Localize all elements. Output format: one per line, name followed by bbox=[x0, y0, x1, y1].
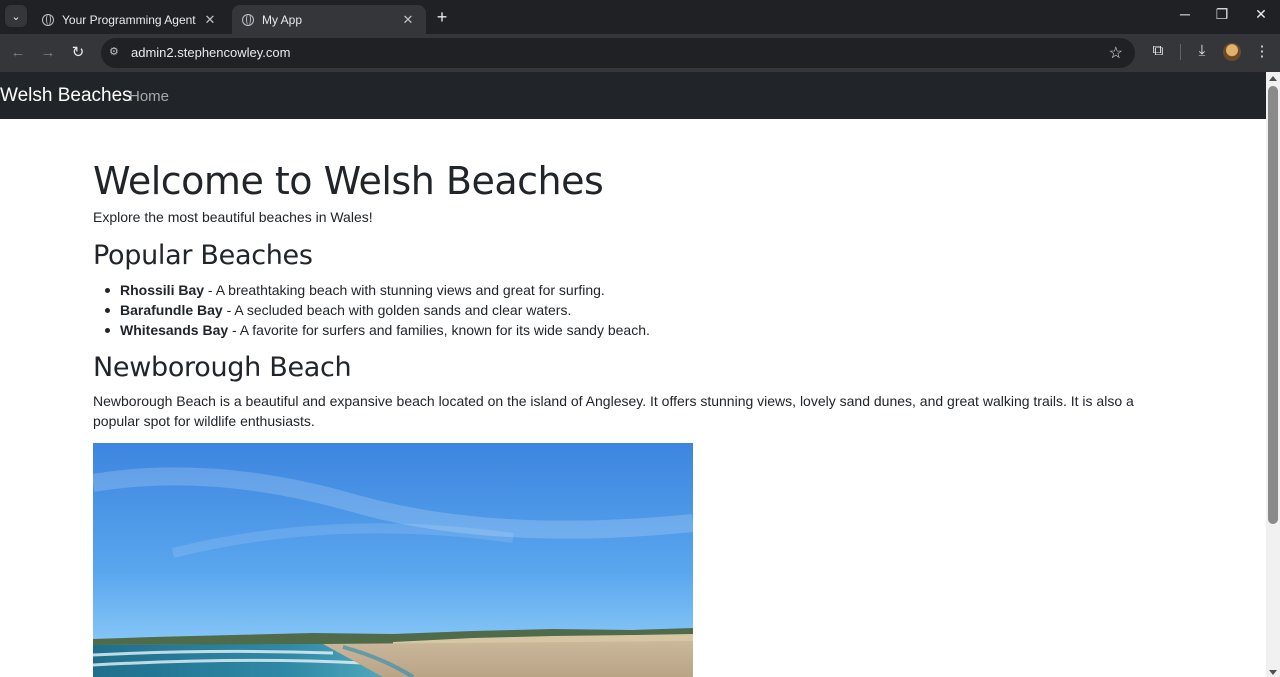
restore-button[interactable]: ❐ bbox=[1210, 6, 1234, 23]
bookmark-star-icon[interactable]: ☆ bbox=[1109, 43, 1123, 63]
extensions-icon[interactable]: ⧉ bbox=[1147, 42, 1169, 59]
newborough-heading: Newborough Beach bbox=[93, 352, 352, 383]
newborough-description: Newborough Beach is a beautiful and expa… bbox=[93, 393, 1134, 429]
tab-my-app[interactable]: My App ✕ bbox=[232, 5, 426, 34]
beach-list: Rhossili Bay - A breathtaking beach with… bbox=[93, 280, 650, 340]
menu-icon[interactable]: ⋮ bbox=[1251, 42, 1273, 60]
beach-name: Barafundle Bay bbox=[120, 302, 223, 318]
reload-button[interactable]: ↻ bbox=[68, 43, 88, 63]
chevron-down-icon: ⌄ bbox=[11, 10, 21, 23]
scroll-up-arrow[interactable] bbox=[1269, 76, 1277, 81]
beach-name: Rhossili Bay bbox=[120, 282, 205, 298]
site-navbar: Welsh Beaches Home bbox=[0, 72, 1266, 119]
beach-name: Whitesands Bay bbox=[120, 322, 229, 338]
forward-button[interactable]: → bbox=[38, 43, 58, 63]
download-icon[interactable]: ⤓ bbox=[1191, 42, 1213, 59]
beach-description: - A breathtaking beach with stunning vie… bbox=[204, 282, 605, 298]
minimize-button[interactable]: ─ bbox=[1173, 6, 1197, 22]
toolbar-divider bbox=[1180, 44, 1181, 60]
profile-avatar[interactable] bbox=[1223, 43, 1241, 61]
beach-photo bbox=[93, 443, 693, 677]
back-button[interactable]: ← bbox=[8, 43, 28, 63]
beach-photo-illustration bbox=[93, 443, 693, 677]
beach-description: - A favorite for surfers and families, k… bbox=[228, 322, 650, 338]
nav-link-home[interactable]: Home bbox=[129, 88, 169, 105]
tab-title: My App bbox=[262, 12, 303, 27]
globe-icon bbox=[242, 13, 254, 26]
page-subtitle: Explore the most beautiful beaches in Wa… bbox=[93, 209, 373, 225]
beach-description: - A secluded beach with golden sands and… bbox=[222, 302, 572, 318]
scrollbar-thumb[interactable] bbox=[1268, 86, 1278, 524]
window-close-button[interactable]: ✕ bbox=[1249, 6, 1273, 23]
globe-icon bbox=[42, 13, 54, 26]
list-item: Barafundle Bay - A secluded beach with g… bbox=[93, 300, 650, 320]
scroll-down-arrow[interactable] bbox=[1269, 670, 1277, 675]
page-title: Welcome to Welsh Beaches bbox=[93, 159, 604, 203]
page-viewport: Welsh Beaches Home Welcome to Welsh Beac… bbox=[0, 72, 1280, 677]
new-tab-button[interactable]: + bbox=[432, 7, 452, 28]
close-icon[interactable]: ✕ bbox=[400, 12, 416, 28]
tab-your-programming-agent[interactable]: Your Programming Agent ✕ bbox=[32, 5, 228, 34]
site-brand[interactable]: Welsh Beaches bbox=[0, 85, 132, 107]
url-text[interactable]: admin2.stephencowley.com bbox=[131, 45, 290, 60]
list-item: Whitesands Bay - A favorite for surfers … bbox=[93, 320, 650, 340]
list-item: Rhossili Bay - A breathtaking beach with… bbox=[93, 280, 650, 300]
close-icon[interactable]: ✕ bbox=[202, 12, 218, 28]
page-scrollbar[interactable] bbox=[1266, 72, 1280, 677]
address-bar[interactable]: ⚙ admin2.stephencowley.com ☆ bbox=[101, 38, 1135, 68]
tab-title: Your Programming Agent bbox=[62, 12, 196, 27]
tab-search-button[interactable]: ⌄ bbox=[5, 5, 27, 27]
tab-strip: ⌄ Your Programming Agent ✕ My App ✕ + ─ … bbox=[0, 0, 1280, 34]
browser-toolbar: ← → ↻ ⚙ admin2.stephencowley.com ☆ ⧉ ⤓ ⋮ bbox=[0, 34, 1280, 72]
site-info-icon[interactable]: ⚙ bbox=[109, 45, 123, 59]
popular-beaches-heading: Popular Beaches bbox=[93, 240, 313, 271]
